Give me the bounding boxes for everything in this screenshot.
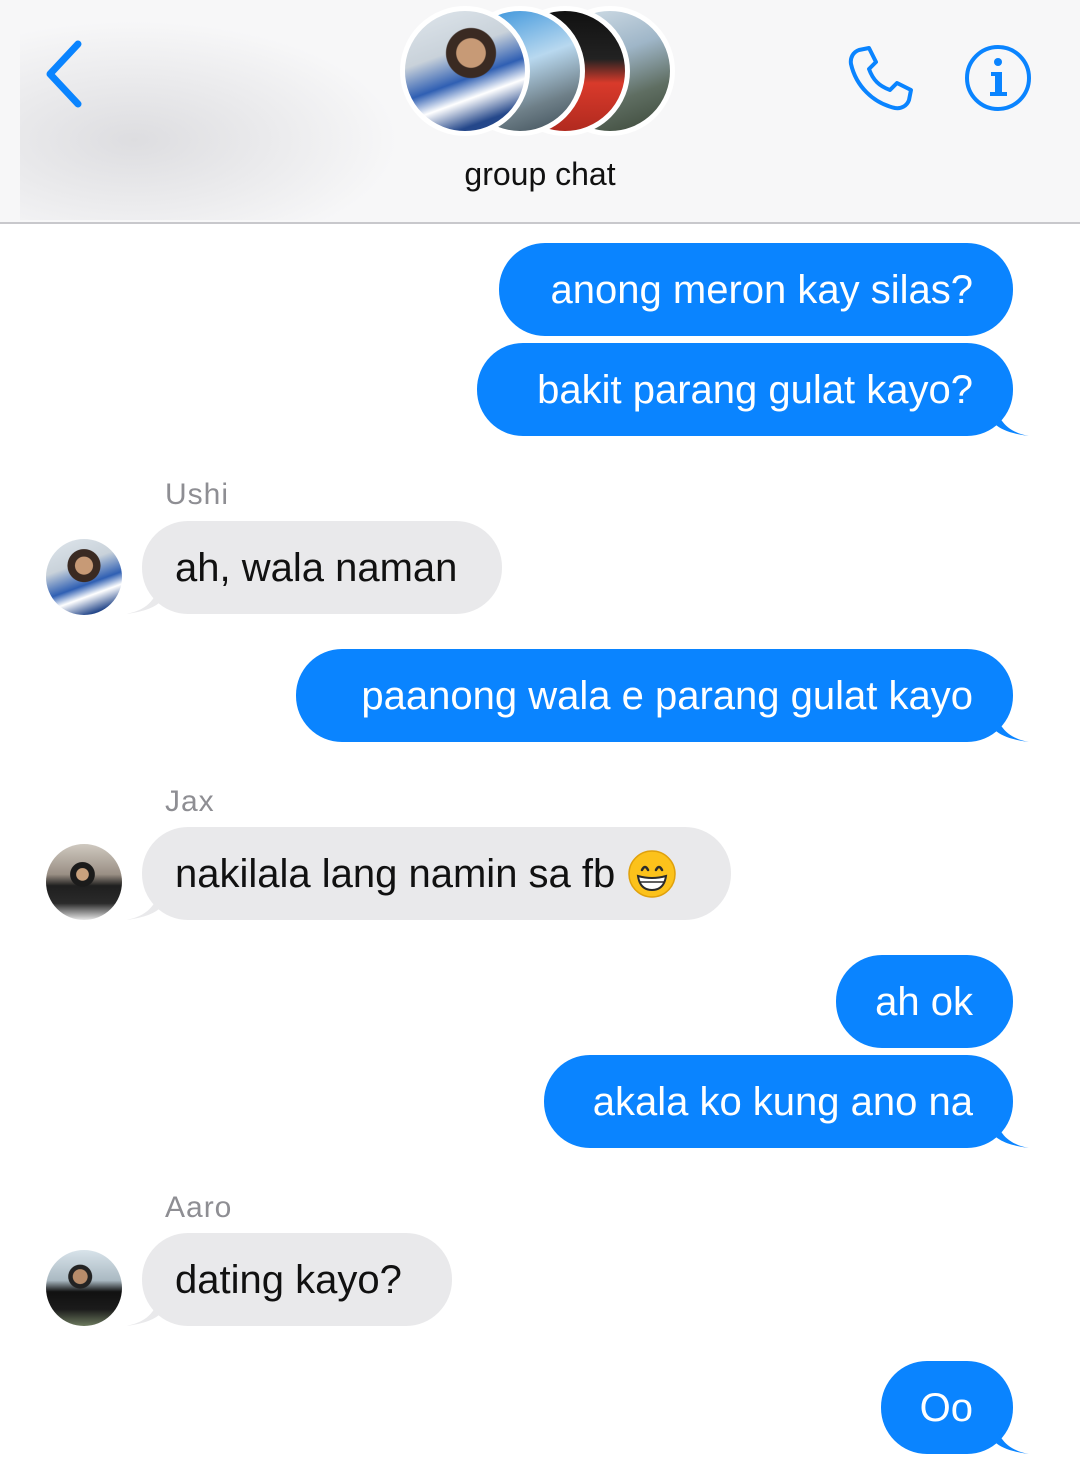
sender-name: Ushi [165,478,230,511]
message-text: bakit parang gulat kayo? [537,367,973,412]
bubble-tail [995,706,1029,742]
sent-message-bubble[interactable]: Oo [881,1361,1029,1454]
message-text: nakilala lang namin sa fb [175,851,616,896]
message-text: ah ok [875,979,973,1024]
bubble-tail [995,400,1029,436]
bubble-tail [995,1418,1029,1454]
sent-message-bubble[interactable]: anong meron kay silas? [499,243,1013,336]
sender-name: Aaro [165,1191,233,1224]
bubble-tail [126,578,160,614]
sent-message-bubble[interactable]: paanong wala e parang gulat kayo [296,649,1029,742]
chat-header: group chat [0,0,1080,224]
message-text: paanong wala e parang gulat kayo [361,673,973,718]
group-member-avatar [400,6,530,136]
call-button[interactable] [845,42,917,114]
message-text: dating kayo? [175,1257,402,1302]
avatar[interactable] [46,844,122,920]
received-message-bubble[interactable]: dating kayo? [126,1233,452,1326]
info-icon [965,45,1031,111]
bubble-tail [126,1290,160,1326]
group-title[interactable]: group chat [0,156,1080,193]
bubble-tail [995,1112,1029,1148]
info-button[interactable] [962,42,1034,114]
chevron-left-icon [46,40,82,108]
grinning-face-icon [628,849,677,898]
phone-icon [848,46,913,111]
bubble-tail [126,884,160,920]
message-text: akala ko kung ano na [592,1079,973,1124]
avatar[interactable] [46,1250,122,1326]
message-text: ah, wala naman [175,545,458,590]
back-button[interactable] [40,38,90,110]
sent-message-bubble[interactable]: bakit parang gulat kayo? [477,343,1029,436]
message-text: Oo [919,1385,973,1430]
message-text: anong meron kay silas? [550,267,973,312]
sent-message-bubble[interactable]: akala ko kung ano na [544,1055,1029,1148]
group-avatar-stack[interactable] [400,6,690,136]
received-message-bubble[interactable]: nakilala lang namin sa fb [126,827,731,920]
avatar[interactable] [46,539,122,615]
sender-name: Jax [165,785,215,818]
sent-message-bubble[interactable]: ah ok [836,955,1013,1048]
received-message-bubble[interactable]: ah, wala naman [126,521,502,614]
